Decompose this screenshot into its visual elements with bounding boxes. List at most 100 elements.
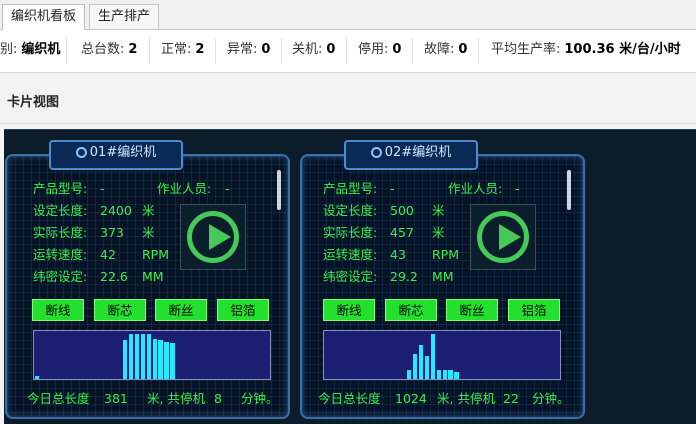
histogram-bar	[123, 340, 128, 379]
gauge-icon	[75, 147, 87, 158]
speed-unit: RPM	[432, 247, 460, 262]
stat-category: 别: 编织机	[0, 42, 61, 57]
aluminum-foil-button[interactable]: 铝箔	[217, 299, 269, 321]
operator-label: 作业人员:	[157, 181, 212, 196]
model-value: -	[390, 181, 395, 196]
histogram-bar	[128, 334, 134, 379]
divider	[478, 38, 479, 64]
tab-bar: 编织机看板 生产排产	[0, 0, 696, 30]
set-length-label: 设定长度:	[323, 203, 378, 218]
set-length-value: 500	[390, 203, 414, 218]
broken-wire-button[interactable]: 断丝	[155, 299, 207, 321]
stat-abnormal: 异常: 0	[227, 42, 271, 57]
weft-value: 29.2	[390, 269, 418, 284]
weft-label: 纬密设定:	[33, 269, 88, 284]
scrollbar-thumb[interactable]	[567, 170, 571, 210]
card-title: 02#编织机	[344, 140, 478, 170]
status-indicator	[470, 204, 536, 270]
divider	[215, 38, 216, 64]
operator-value: -	[515, 181, 520, 196]
histogram-bar	[152, 339, 157, 379]
histogram-bar	[140, 334, 146, 379]
histogram-bar	[424, 356, 430, 379]
stop-time-label: 米, 共停机	[147, 391, 205, 406]
aluminum-foil-button[interactable]: 铝箔	[508, 299, 560, 321]
histogram-bar	[170, 343, 175, 379]
today-length-value: 1024	[395, 391, 427, 406]
histogram-bar	[146, 334, 151, 379]
gauge-icon	[370, 147, 382, 158]
card-title: 01#编织机	[49, 140, 183, 170]
speed-label: 运转速度:	[323, 247, 378, 262]
stat-fault: 故障: 0	[424, 42, 468, 57]
stat-average-rate: 平均生产率: 100.36 米/台/小时	[491, 42, 681, 57]
set-length-unit: 米	[142, 203, 155, 218]
divider	[412, 38, 413, 64]
status-indicator	[180, 204, 246, 270]
stat-off: 关机: 0	[292, 42, 336, 57]
set-length-value: 2400	[100, 203, 132, 218]
histogram-bar	[164, 342, 169, 379]
today-length-label: 今日总长度	[27, 391, 90, 406]
production-histogram	[323, 330, 561, 380]
divider	[281, 38, 282, 64]
histogram-bar	[407, 370, 412, 379]
tab-production-schedule[interactable]: 生产排产	[89, 4, 160, 29]
divider	[66, 38, 67, 64]
machine-card[interactable]: 01#编织机 产品型号: - 作业人员: - 设定长度: 2400 米 实际长度…	[5, 140, 290, 419]
histogram-bar	[413, 354, 418, 379]
actual-length-value: 457	[390, 225, 414, 240]
histogram-bar	[418, 345, 424, 379]
stat-total: 总台数: 2	[81, 42, 138, 57]
stop-time-value: 8	[214, 391, 222, 406]
play-triangle	[209, 224, 231, 250]
actual-length-unit: 米	[432, 225, 445, 240]
operator-value: -	[225, 181, 230, 196]
set-length-unit: 米	[432, 203, 445, 218]
minutes-label: 分钟。	[241, 391, 279, 406]
divider	[149, 38, 150, 64]
operator-label: 作业人员:	[448, 181, 503, 196]
histogram-bar	[158, 340, 163, 379]
broken-core-button[interactable]: 断芯	[94, 299, 146, 321]
production-histogram	[33, 330, 271, 380]
weft-unit: MM	[142, 269, 164, 284]
tab-knitting-board[interactable]: 编织机看板	[2, 4, 86, 30]
histogram-bar	[454, 372, 459, 379]
actual-length-unit: 米	[142, 225, 155, 240]
broken-wire-button[interactable]: 断丝	[446, 299, 498, 321]
machine-board: 01#编织机 产品型号: - 作业人员: - 设定长度: 2400 米 实际长度…	[4, 129, 696, 424]
speed-value: 43	[390, 247, 406, 262]
minutes-label: 分钟。	[532, 391, 570, 406]
scrollbar-thumb[interactable]	[277, 170, 281, 210]
broken-thread-button[interactable]: 断线	[32, 299, 84, 321]
machine-card[interactable]: 02#编织机 产品型号: - 作业人员: - 设定长度: 500 米 实际长度:…	[300, 140, 585, 419]
actual-length-label: 实际长度:	[323, 225, 378, 240]
speed-unit: RPM	[142, 247, 170, 262]
weft-unit: MM	[432, 269, 454, 284]
model-value: -	[100, 181, 105, 196]
speed-value: 42	[100, 247, 116, 262]
model-label: 产品型号:	[33, 181, 88, 196]
stop-time-label: 米, 共停机	[437, 391, 495, 406]
actual-length-value: 373	[100, 225, 124, 240]
speed-label: 运转速度:	[33, 247, 88, 262]
histogram-bar	[442, 370, 447, 379]
weft-value: 22.6	[100, 269, 128, 284]
histogram-bar	[134, 334, 140, 379]
stat-stopped: 停用: 0	[358, 42, 402, 57]
set-length-label: 设定长度:	[33, 203, 88, 218]
divider	[346, 38, 347, 64]
broken-core-button[interactable]: 断芯	[385, 299, 437, 321]
broken-thread-button[interactable]: 断线	[323, 299, 375, 321]
weft-label: 纬密设定:	[323, 269, 378, 284]
today-length-label: 今日总长度	[318, 391, 381, 406]
histogram-bar	[430, 334, 436, 379]
play-triangle	[499, 224, 521, 250]
stat-normal: 正常: 2	[161, 42, 205, 57]
today-length-value: 381	[104, 391, 128, 406]
histogram-bar	[436, 370, 441, 379]
histogram-bar	[34, 376, 39, 379]
model-label: 产品型号:	[323, 181, 378, 196]
status-summary-bar: 别: 编织机 总台数: 2 正常: 2 异常: 0 关机: 0 停用: 0 故障: 0 平均生…	[0, 30, 696, 73]
